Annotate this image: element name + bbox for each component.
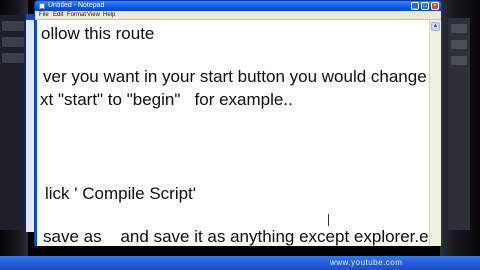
minimize-button[interactable]: _ bbox=[411, 2, 419, 10]
editor-line: ollow this route bbox=[41, 24, 155, 43]
notepad-window: Untitled - Notepad _ □ × File Edit Forma… bbox=[34, 0, 442, 246]
taskbar-label: www.youtube.com bbox=[330, 258, 403, 267]
text-editor-area[interactable]: ollow this route ver you want in your st… bbox=[37, 20, 429, 246]
menu-help[interactable]: Help bbox=[103, 12, 115, 19]
scroll-up-arrow-icon[interactable]: ▲ bbox=[431, 22, 440, 31]
editor-line: ver you want in your start button you wo… bbox=[43, 67, 427, 86]
notepad-app-icon[interactable] bbox=[39, 3, 45, 9]
right-panel-icon[interactable] bbox=[451, 40, 467, 49]
text-cursor bbox=[328, 214, 329, 226]
left-panel-icon[interactable] bbox=[2, 21, 24, 31]
editor-line: save as and save it as anything except e… bbox=[43, 227, 429, 246]
editor-line: xt "start" to "begin" for example.. bbox=[40, 90, 293, 109]
window-title: Untitled - Notepad bbox=[48, 2, 105, 9]
menu-format[interactable]: Format bbox=[67, 12, 86, 19]
maximize-button[interactable]: □ bbox=[421, 2, 429, 10]
menu-view[interactable]: View bbox=[87, 12, 100, 19]
editor-line: lick ' Compile Script' bbox=[45, 184, 197, 203]
left-panel-icon[interactable] bbox=[2, 37, 24, 47]
menu-bar: File Edit Format View Help bbox=[35, 11, 441, 20]
close-button[interactable]: × bbox=[431, 2, 439, 10]
menu-file[interactable]: File bbox=[39, 12, 49, 19]
menu-edit[interactable]: Edit bbox=[53, 12, 63, 19]
title-bar[interactable]: Untitled - Notepad _ □ × bbox=[35, 1, 441, 11]
vertical-scrollbar[interactable]: ▲ bbox=[429, 20, 441, 246]
taskbar[interactable]: www.youtube.com bbox=[0, 256, 480, 270]
right-side-panel bbox=[448, 18, 470, 230]
right-panel-icon[interactable] bbox=[451, 24, 467, 33]
left-panel-icon[interactable] bbox=[2, 53, 24, 63]
right-panel-icon[interactable] bbox=[451, 56, 467, 65]
